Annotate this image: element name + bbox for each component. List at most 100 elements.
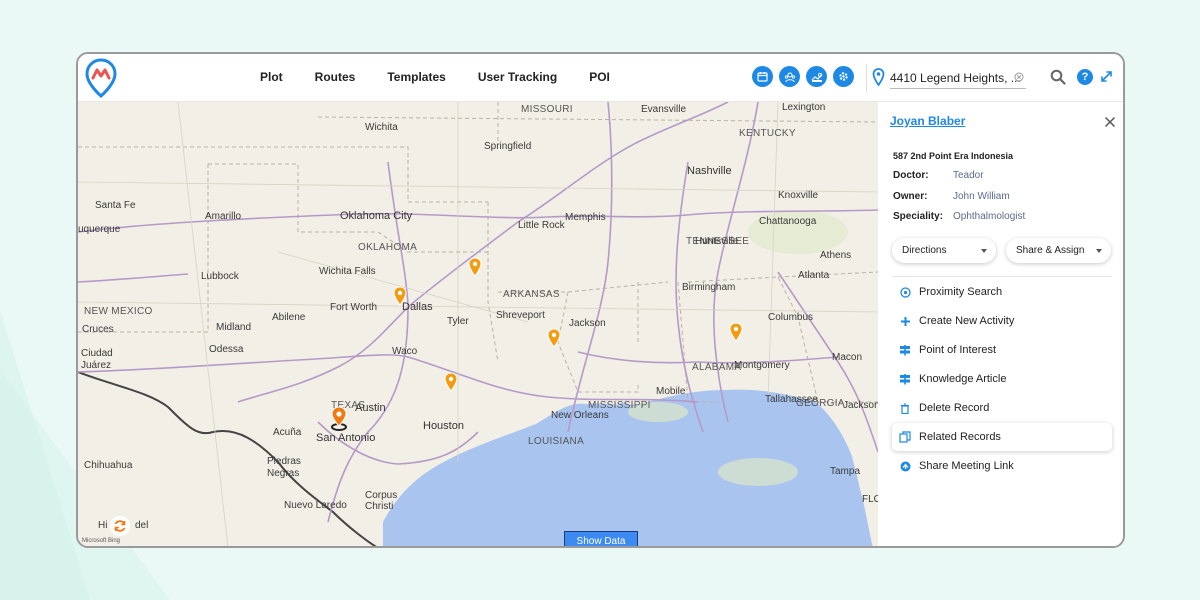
map-base xyxy=(78,102,878,546)
map-label-city: Jackson xyxy=(569,318,606,329)
chevron-down-icon xyxy=(981,249,987,253)
nav-templates[interactable]: Templates xyxy=(387,70,445,84)
action-share-meeting-link[interactable]: Share Meeting Link xyxy=(892,452,1112,480)
map-label-city: FLO xyxy=(862,494,878,505)
share-assign-dropdown[interactable]: Share & Assign xyxy=(1006,238,1111,263)
settings-button[interactable] xyxy=(833,66,854,87)
map-label-city: Tampa xyxy=(830,466,861,477)
field-value: Ophthalmologist xyxy=(953,211,1026,222)
map-label-city: Tyler xyxy=(447,316,469,327)
chevron-down-icon xyxy=(1096,249,1102,253)
nav-poi[interactable]: POI xyxy=(589,70,610,84)
clear-location-icon[interactable] xyxy=(1014,72,1024,82)
map-label-city: Macon xyxy=(832,352,863,363)
map-label-city: Ciudad Juárez xyxy=(81,348,113,371)
action-create-new-activity[interactable]: Create New Activity xyxy=(892,307,1112,335)
field-label: Speciality: xyxy=(893,211,944,222)
top-bar: Plot Routes Templates User Tracking POI … xyxy=(78,54,1123,102)
nav-user-tracking[interactable]: User Tracking xyxy=(478,70,557,84)
map-label-city: Birmingham xyxy=(682,282,736,293)
map-attribution: Microsoft Bing xyxy=(82,538,121,544)
record-name-link[interactable]: Joyan Blaber xyxy=(890,114,965,128)
team-icon xyxy=(784,71,795,82)
map-label-city: New Orleans xyxy=(551,410,609,421)
trash-icon xyxy=(901,402,909,414)
map-label-city: Montgomery xyxy=(734,360,790,371)
territory-button[interactable] xyxy=(806,66,827,87)
calendar-button[interactable] xyxy=(752,66,773,87)
map-label-state: KENTUCKY xyxy=(739,128,796,139)
map-label-city: Cruces xyxy=(82,324,114,335)
show-data-button[interactable]: Show Data xyxy=(564,531,638,546)
signpost-icon xyxy=(900,374,910,385)
map-label-city: Shreveport xyxy=(496,310,545,321)
map-label-city: Jackson xyxy=(843,400,878,411)
map-label-city: Huntsville xyxy=(695,236,739,247)
expand-icon[interactable] xyxy=(1100,70,1113,83)
field-value: Teador xyxy=(953,170,984,181)
directions-dropdown[interactable]: Directions xyxy=(892,238,996,263)
action-knowledge-article[interactable]: Knowledge Article xyxy=(892,365,1112,393)
map-label-city: Atlanta xyxy=(798,270,830,281)
map-label-city: Acuña xyxy=(273,427,302,438)
action-point-of-interest[interactable]: Point of Interest xyxy=(892,336,1112,364)
map-label-city: Amarillo xyxy=(205,211,242,222)
map-marker[interactable] xyxy=(729,322,743,342)
map-marker[interactable] xyxy=(468,257,482,277)
map-label-city: Hi xyxy=(98,520,108,531)
copy-icon xyxy=(899,431,911,443)
map-label-city: Houston xyxy=(423,420,464,432)
map-label-city: Evansville xyxy=(641,104,687,115)
territory-icon xyxy=(811,72,822,82)
refresh-button[interactable] xyxy=(110,516,130,536)
map-label-city: Little Rock xyxy=(518,220,565,231)
map-label-city: Midland xyxy=(216,322,252,333)
map-marker[interactable] xyxy=(444,372,458,392)
map-label-state: ARKANSAS xyxy=(503,289,560,300)
panel-divider xyxy=(892,276,1112,277)
map-marker[interactable] xyxy=(393,286,407,306)
selected-map-marker[interactable] xyxy=(330,406,348,432)
map-label-city: del xyxy=(135,520,149,531)
map-label-city: Knoxville xyxy=(778,190,819,201)
search-icon[interactable] xyxy=(1050,69,1066,85)
map-label-city: Lexington xyxy=(782,102,826,113)
map-label-city: San Antonio xyxy=(316,432,376,444)
calendar-icon xyxy=(757,72,768,82)
field-doctor: Doctor: Teador xyxy=(893,170,984,181)
map-label-city: Wichita xyxy=(365,122,398,133)
map-label-city: Waco xyxy=(392,346,418,357)
map-label-city: Austin xyxy=(355,402,386,414)
proximity-icon xyxy=(899,286,911,298)
action-proximity-search[interactable]: Proximity Search xyxy=(892,278,1112,306)
action-label: Share Meeting Link xyxy=(919,460,1014,472)
directions-label: Directions xyxy=(902,245,947,256)
map-label-city: Nashville xyxy=(687,165,732,177)
nav-routes[interactable]: Routes xyxy=(315,70,356,84)
field-owner: Owner: John William xyxy=(893,191,1010,202)
action-related-records[interactable]: Related Records xyxy=(892,423,1112,451)
help-button[interactable]: ? xyxy=(1077,69,1093,85)
map-label-city: Nuevo Laredo xyxy=(284,500,347,511)
plus-icon xyxy=(900,316,910,326)
map-label-city: Memphis xyxy=(565,212,606,223)
signpost-icon xyxy=(900,345,910,356)
map-label-city: Mobile xyxy=(656,386,686,397)
map-label-city: Abilene xyxy=(272,312,306,323)
action-delete-record[interactable]: Delete Record xyxy=(892,394,1112,422)
location-input[interactable] xyxy=(890,67,1026,89)
team-button[interactable] xyxy=(779,66,800,87)
location-pin-icon xyxy=(872,68,885,86)
app-logo[interactable] xyxy=(84,58,118,98)
nav-plot[interactable]: Plot xyxy=(260,70,283,84)
map-label-city: Piedras Negras xyxy=(267,456,301,479)
action-label: Point of Interest xyxy=(919,344,997,356)
map-label-city: Wichita Falls xyxy=(319,266,376,277)
map-label-state: NEW MEXICO xyxy=(84,306,153,317)
map-marker[interactable] xyxy=(547,328,561,348)
close-icon[interactable] xyxy=(1104,116,1116,128)
map-label-city: Springfield xyxy=(484,141,532,152)
map-label-city: Fort Worth xyxy=(330,302,378,313)
map-view[interactable]: MISSOURI KENTUCKY OKLAHOMA TENNESSEE ARK… xyxy=(78,102,878,546)
map-label-state: OKLAHOMA xyxy=(358,242,418,253)
